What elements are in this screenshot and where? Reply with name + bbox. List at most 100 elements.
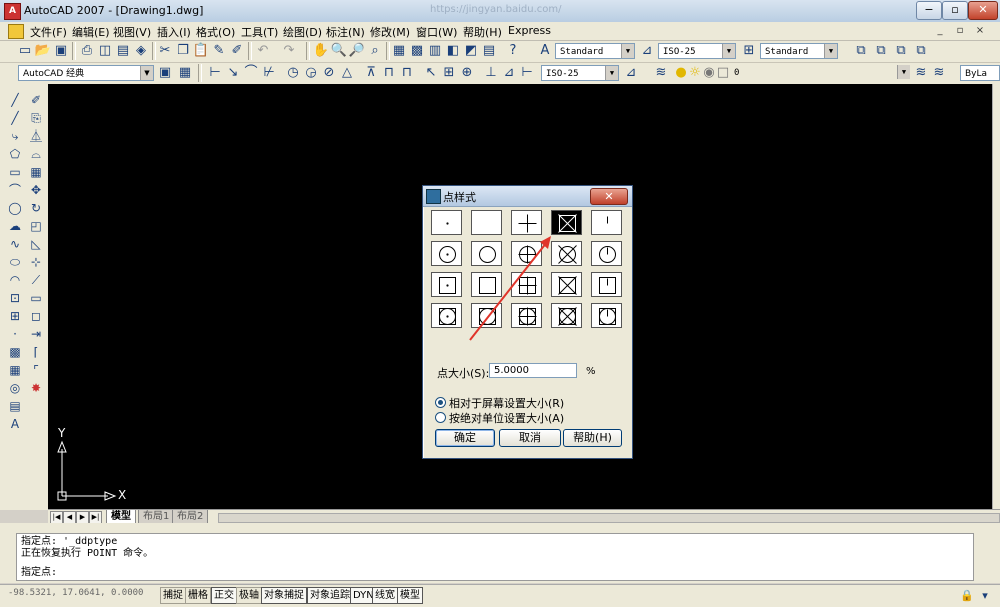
linear-dimension-icon[interactable]: ⊢ <box>206 64 224 82</box>
point-style-tick[interactable] <box>591 210 622 235</box>
calculator-icon[interactable]: ▤ <box>480 42 498 60</box>
3d-dwf-icon[interactable]: ◈ <box>132 42 150 60</box>
pan-icon[interactable]: ✋ <box>312 42 330 60</box>
dialog-title-bar[interactable]: 点样式 ✕ <box>423 186 632 207</box>
tool-palettes-icon[interactable]: ▥ <box>426 42 444 60</box>
menu-format[interactable]: 格式(O) <box>196 24 235 40</box>
doc-restore-button[interactable]: ▫ <box>952 24 968 38</box>
ellipse-icon[interactable]: ⬭ <box>6 254 24 271</box>
mtext-icon[interactable]: A <box>6 416 24 433</box>
point-style-x-square[interactable] <box>551 272 582 297</box>
point-size-input[interactable]: 5.0000 <box>489 363 577 378</box>
menu-file[interactable]: 文件(F) <box>30 24 67 40</box>
viewport-icon[interactable]: ⧉ <box>852 42 870 60</box>
offset-icon[interactable]: ⌓ <box>27 146 45 163</box>
dialog-close-button[interactable]: ✕ <box>590 188 628 205</box>
status-menu-icon[interactable]: ▾ <box>976 587 994 605</box>
paste-icon[interactable]: 📋 <box>192 42 210 60</box>
arc-icon[interactable]: ⌒ <box>6 182 24 199</box>
line-icon[interactable]: ╱ <box>6 92 24 109</box>
arc-length-icon[interactable]: ⌒ <box>242 64 260 82</box>
layer-manager-icon[interactable]: ≋ <box>652 64 670 82</box>
grid-toggle[interactable]: 栅格 <box>185 587 211 604</box>
move-icon[interactable]: ✥ <box>27 182 45 199</box>
polyline-icon[interactable]: ⤷ <box>6 128 24 145</box>
tab-layout1[interactable]: 布局1 <box>138 510 175 524</box>
dim-update-icon[interactable]: ⊢ <box>518 64 536 82</box>
match-properties-icon[interactable]: ✎ <box>210 42 228 60</box>
dim-style-select-2[interactable]: ISO-25 ▼ <box>541 65 619 81</box>
preview-icon[interactable]: ◫ <box>96 42 114 60</box>
viewport-3-icon[interactable]: ⧉ <box>892 42 910 60</box>
text-style-select[interactable]: Standard ▼ <box>555 43 635 59</box>
horizontal-scrollbar[interactable] <box>218 513 1000 523</box>
explode-icon[interactable]: ✸ <box>27 380 45 397</box>
help-icon[interactable]: ? <box>504 42 522 60</box>
point-icon[interactable]: · <box>6 326 24 343</box>
scale-icon[interactable]: ◰ <box>27 218 45 235</box>
layer-previous-icon[interactable]: ≋ <box>930 64 948 82</box>
table-icon[interactable]: ▤ <box>6 398 24 415</box>
menu-dimension[interactable]: 标注(N) <box>326 24 365 40</box>
point-style-x-circle-square[interactable] <box>551 303 582 328</box>
document-icon[interactable] <box>8 24 24 39</box>
workspace-save-icon[interactable]: ▦ <box>176 64 194 82</box>
menu-tools[interactable]: 工具(T) <box>241 24 278 40</box>
minimize-button[interactable]: − <box>916 1 942 20</box>
dim-edit-icon[interactable]: ⊥ <box>482 64 500 82</box>
hatch-icon[interactable]: ▩ <box>6 344 24 361</box>
point-style-plus-square[interactable] <box>511 272 542 297</box>
break-at-point-icon[interactable]: ▭ <box>27 290 45 307</box>
point-style-tick-circle-square[interactable] <box>591 303 622 328</box>
construction-line-icon[interactable]: ╱ <box>6 110 24 127</box>
radius-dimension-icon[interactable]: ◷ <box>284 64 302 82</box>
stretch-icon[interactable]: ◺ <box>27 236 45 253</box>
autocad-icon[interactable]: A <box>4 3 21 20</box>
baseline-dimension-icon[interactable]: ⊓ <box>380 64 398 82</box>
region-icon[interactable]: ◎ <box>6 380 24 397</box>
viewport-4-icon[interactable]: ⧉ <box>912 42 930 60</box>
point-style-plus[interactable] <box>511 210 542 235</box>
command-input[interactable]: 指定点: <box>16 565 974 581</box>
dim-style-manager-icon[interactable]: ⊿ <box>622 64 640 82</box>
make-block-icon[interactable]: ⊞ <box>6 308 24 325</box>
gradient-icon[interactable]: ▦ <box>6 362 24 379</box>
quick-leader-icon[interactable]: ↖ <box>422 64 440 82</box>
vertical-scrollbar[interactable] <box>992 84 1000 509</box>
dim-text-edit-icon[interactable]: ⊿ <box>500 64 518 82</box>
ortho-toggle[interactable]: 正交 <box>211 587 237 604</box>
snap-toggle[interactable]: 捕捉 <box>160 587 186 604</box>
point-style-dot-circle-square[interactable] <box>431 303 462 328</box>
point-style-dot-square[interactable] <box>431 272 462 297</box>
menu-insert[interactable]: 插入(I) <box>157 24 191 40</box>
help-button[interactable]: 帮助(H) <box>563 429 622 447</box>
maximize-button[interactable]: ▫ <box>942 1 968 20</box>
menu-express[interactable]: Express <box>508 24 551 37</box>
dim-style-icon[interactable]: ⊿ <box>638 42 656 60</box>
chamfer-icon[interactable]: ⌈ <box>27 344 45 361</box>
menu-help[interactable]: 帮助(H) <box>463 24 502 40</box>
point-style-dot[interactable] <box>431 210 462 235</box>
ellipse-arc-icon[interactable]: ◠ <box>6 272 24 289</box>
radio-absolute-label[interactable]: 按绝对单位设置大小(A) <box>449 410 564 426</box>
markup-icon[interactable]: ◩ <box>462 42 480 60</box>
plot-icon[interactable]: ⎙ <box>78 42 96 60</box>
point-style-plus-circle-square[interactable] <box>511 303 542 328</box>
workspace-select[interactable]: AutoCAD 经典 ▼ <box>18 65 154 81</box>
cut-icon[interactable]: ✂ <box>156 42 174 60</box>
workspace-settings-icon[interactable]: ▣ <box>156 64 174 82</box>
revision-cloud-icon[interactable]: ☁ <box>6 218 24 235</box>
circle-icon[interactable]: ◯ <box>6 200 24 217</box>
redo-icon[interactable]: ↷ <box>280 42 298 60</box>
angular-dimension-icon[interactable]: △ <box>338 64 356 82</box>
tab-layout2[interactable]: 布局2 <box>172 510 209 524</box>
point-style-none-circle[interactable] <box>471 241 502 266</box>
extend-icon[interactable]: ⟋ <box>27 272 45 289</box>
menu-edit[interactable]: 编辑(E) <box>72 24 110 40</box>
menu-view[interactable]: 视图(V) <box>113 24 151 40</box>
table-style-icon[interactable]: ⊞ <box>740 42 758 60</box>
tolerance-icon[interactable]: ⊞ <box>440 64 458 82</box>
cancel-button[interactable]: 取消 <box>499 429 561 447</box>
array-icon[interactable]: ▦ <box>27 164 45 181</box>
block-editor-icon[interactable]: ✐ <box>228 42 246 60</box>
